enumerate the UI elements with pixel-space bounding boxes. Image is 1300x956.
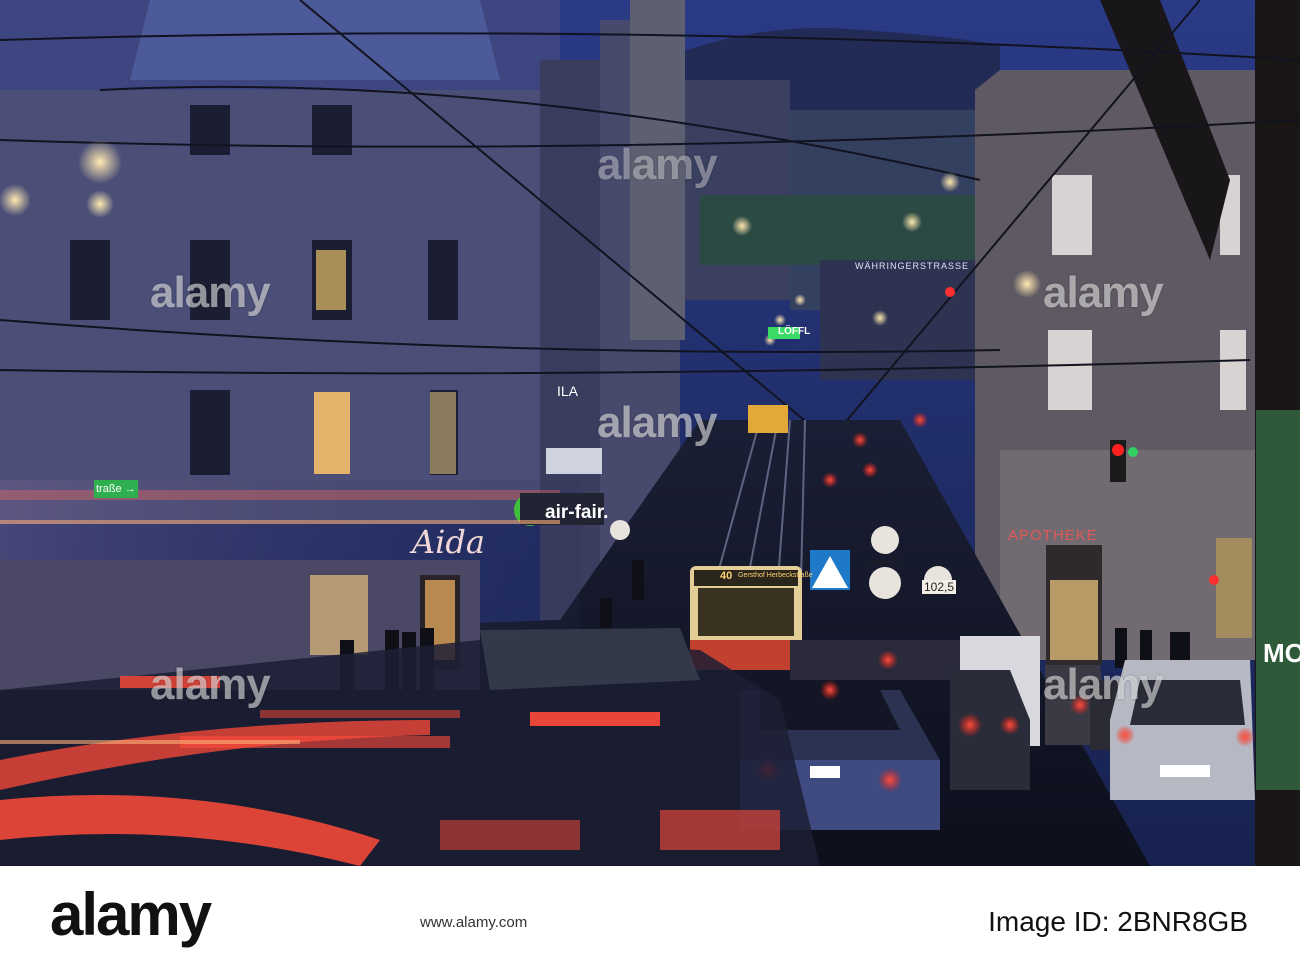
aida-sign: Aida bbox=[412, 523, 485, 561]
watermark-text: alamy bbox=[150, 268, 271, 317]
tram-line-number: 40 bbox=[720, 570, 733, 582]
stop-number-sign: 102,5 bbox=[922, 580, 957, 594]
photo: Aida air-fair. APOTHEKE traße → WÄHRINGE… bbox=[0, 0, 1300, 866]
alamy-logo[interactable]: alamy bbox=[50, 880, 212, 949]
watermark-text: alamy bbox=[597, 398, 718, 447]
air-fair-sign: air-fair. bbox=[545, 502, 609, 523]
footer-caption: www.alamy.com bbox=[420, 914, 528, 931]
watermark-text: alamy bbox=[1043, 268, 1164, 317]
watermark-text: alamy bbox=[1043, 660, 1164, 709]
street-name-sign: traße → bbox=[96, 483, 136, 495]
ila-sign: ILA bbox=[557, 383, 579, 399]
footer-bar: alamy www.alamy.com Image ID: 2BNR8GB bbox=[0, 866, 1300, 956]
poster-text: MO bbox=[1263, 638, 1300, 668]
watermark-text: alamy bbox=[150, 660, 271, 709]
loeffl-sign: LÖFFL bbox=[778, 326, 811, 337]
tram-destination: Gersthof Herbeckstraße bbox=[738, 572, 813, 579]
image-id: Image ID: 2BNR8GB bbox=[988, 906, 1248, 937]
watermark-text: alamy bbox=[597, 140, 718, 189]
haltestelle-sign: Haltestelle bbox=[868, 560, 901, 567]
apotheke-sign: APOTHEKE bbox=[1008, 527, 1098, 544]
waehringer-sign: WÄHRINGERSTRASSE bbox=[855, 261, 970, 271]
